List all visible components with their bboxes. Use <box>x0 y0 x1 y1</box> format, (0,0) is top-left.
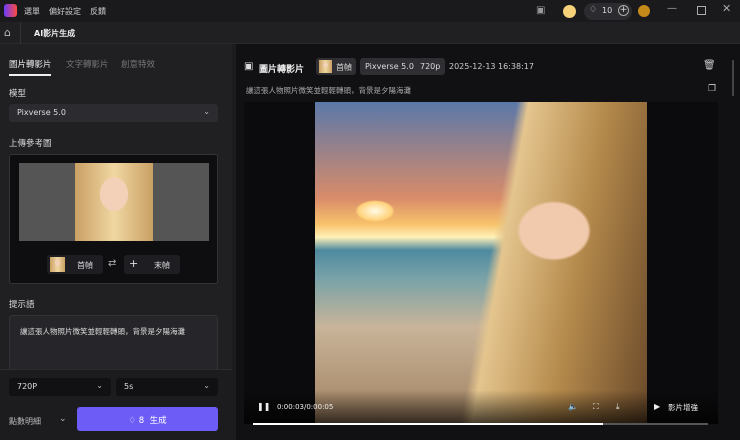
task-timestamp: 2025-12-13 16:38:17 <box>449 62 534 71</box>
progress-fill <box>253 423 604 425</box>
first-frame-label: 首幀 <box>77 261 93 270</box>
download-icon[interactable]: ⤓ <box>616 402 620 412</box>
prompt-label: 提示語 <box>9 300 35 310</box>
duration-select[interactable]: 5s ⌄ <box>116 378 218 396</box>
tab-creative-effects[interactable]: 創意特效 <box>121 58 155 70</box>
menu-preferences[interactable]: 偏好設定 <box>49 6 81 17</box>
model-value: Pixverse 5.0 <box>17 108 66 117</box>
sun <box>355 200 395 222</box>
first-frame-button[interactable]: 首幀 <box>47 255 103 274</box>
prompt-text: 讓這張人物照片微笑並輕輕轉頭，背景是夕陽海灘 <box>20 327 185 336</box>
prompt-input[interactable]: 讓這張人物照片微笑並輕輕轉頭，背景是夕陽海灘 <box>9 315 218 370</box>
progress-track[interactable] <box>253 423 708 425</box>
copy-icon[interactable]: ❐ <box>708 84 716 94</box>
model-label: 模型 <box>9 89 27 99</box>
screen-icon[interactable]: ▣ <box>536 5 545 16</box>
reference-image <box>75 163 153 241</box>
scrollbar[interactable] <box>732 60 734 96</box>
tab-image-to-video[interactable]: 圖片轉影片 <box>9 58 52 70</box>
duration-value: 5s <box>124 382 134 391</box>
last-frame-label: 末幀 <box>154 261 170 270</box>
credits-count: 10 <box>602 6 613 15</box>
add-credits-icon[interactable]: + <box>618 5 629 16</box>
chevron-down-icon: ⌄ <box>203 381 210 390</box>
resolution-value: 720P <box>17 382 38 391</box>
volume-icon[interactable]: 🔈 <box>568 402 578 411</box>
model-chip: Pixverse 5.0 <box>360 58 419 75</box>
credits-badge[interactable]: ♢ 10 + <box>584 3 632 20</box>
enhance-button[interactable]: 影片增強 <box>668 402 698 413</box>
task-prompt: 讓這張人物照片微笑並輕輕轉頭，背景是夕陽海灘 <box>246 86 411 95</box>
frame-thumb <box>319 60 332 73</box>
last-frame-button[interactable]: + 末幀 <box>124 255 180 274</box>
avatar[interactable] <box>638 5 650 17</box>
image-icon: ▣ <box>244 61 254 72</box>
enhance-icon[interactable]: ▶ <box>654 402 660 411</box>
frame-chip-label: 首幀 <box>336 63 352 72</box>
home-icon[interactable]: ⌂ <box>4 26 11 39</box>
task-title: 圖片轉影片 <box>259 65 305 75</box>
tab-underline <box>9 74 51 76</box>
page-title: AI影片生成 <box>34 29 76 38</box>
first-frame-thumb <box>50 257 65 272</box>
tab-text-to-video[interactable]: 文字轉影片 <box>66 58 109 70</box>
generate-label: 生成 <box>149 416 167 426</box>
upload-label: 上傳參考圖 <box>9 139 52 149</box>
diamond-icon: ♢ <box>589 5 598 15</box>
chevron-down-icon[interactable]: ⌄ <box>59 414 67 424</box>
plus-icon: + <box>129 257 139 270</box>
generate-button[interactable]: ♢ 8 生成 <box>77 407 218 431</box>
divider <box>20 22 21 44</box>
menu-feedback[interactable]: 反饋 <box>90 6 106 17</box>
app-logo <box>4 4 17 17</box>
points-detail-toggle[interactable]: 點數明細 <box>9 416 41 427</box>
model-select[interactable]: Pixverse 5.0 ⌄ <box>9 104 218 122</box>
resolution-select[interactable]: 720P ⌄ <box>9 378 111 396</box>
diamond-icon: ♢ <box>128 416 137 426</box>
generate-cost: 8 <box>138 416 145 426</box>
chevron-down-icon: ⌄ <box>96 381 103 390</box>
fullscreen-icon[interactable]: ⛶ <box>593 402 599 412</box>
header-bar <box>0 22 740 44</box>
shop-icon[interactable] <box>563 5 576 18</box>
video-frame <box>315 102 647 424</box>
minimize-button[interactable]: — <box>667 3 677 14</box>
trash-icon[interactable]: 🗑 <box>703 60 716 71</box>
playback-time: 0:00:03/0:00:05 <box>277 403 334 411</box>
chevron-down-icon: ⌄ <box>203 107 210 116</box>
pause-icon[interactable]: ❚❚ <box>257 402 270 411</box>
close-button[interactable]: ✕ <box>722 2 731 15</box>
resolution-chip: 720p <box>415 58 446 75</box>
swap-icon[interactable]: ⇄ <box>108 258 116 269</box>
menu-main[interactable]: 選單 <box>24 6 40 17</box>
maximize-button[interactable] <box>697 6 706 15</box>
frame-chip: 首幀 <box>316 58 356 75</box>
